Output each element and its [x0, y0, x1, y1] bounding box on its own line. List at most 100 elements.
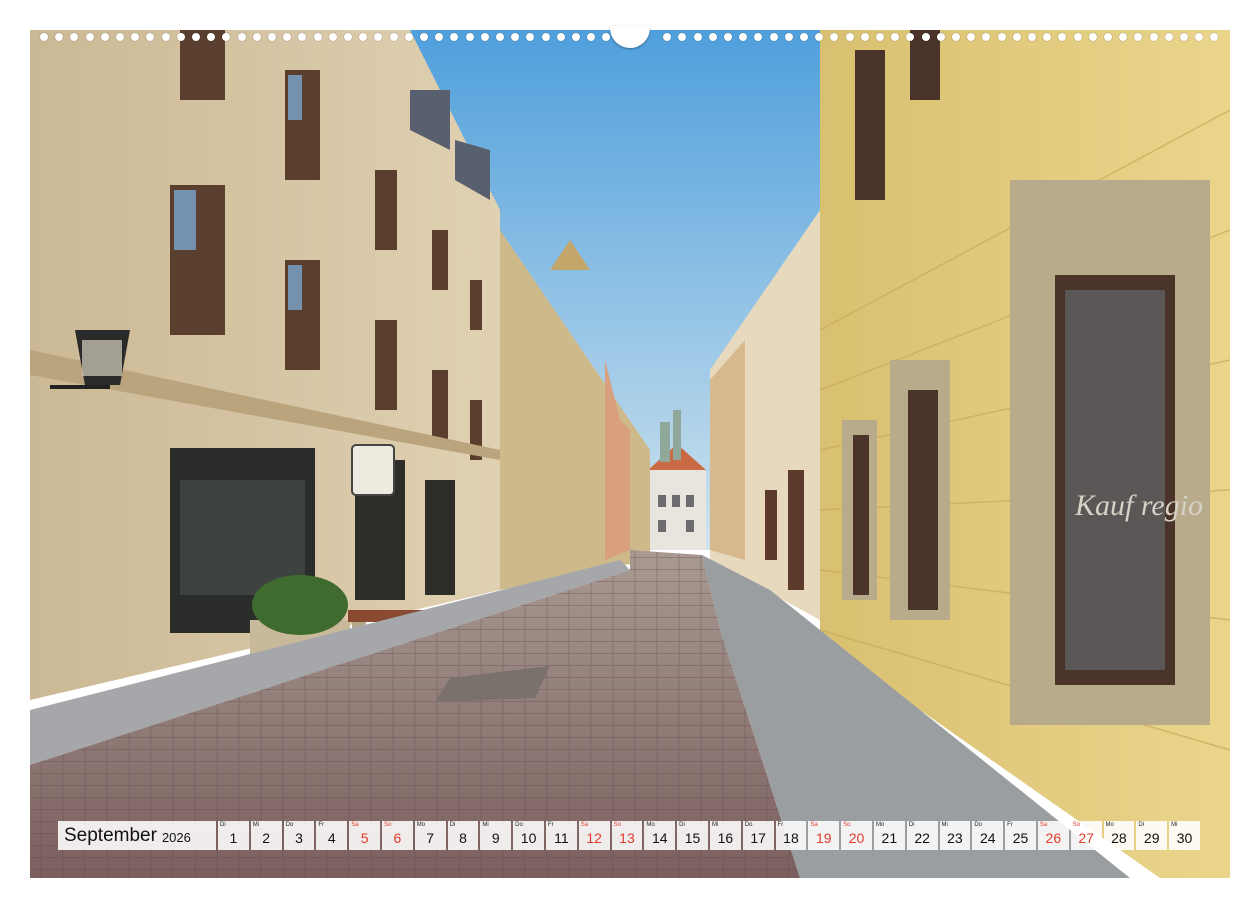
month-name: September [64, 824, 157, 846]
weekday-label: Do [515, 822, 523, 828]
weekday-label: So [383, 822, 392, 828]
day-number: 28 [1111, 830, 1127, 846]
binding-hole [891, 33, 900, 41]
binding-hole [1043, 33, 1052, 41]
binding-hole [1195, 33, 1204, 41]
binding-hole [283, 33, 292, 41]
day-cell: Mo 21 [873, 821, 905, 850]
binding-hole [1149, 33, 1158, 41]
street-photo: Kauf regio [30, 30, 1230, 878]
binding-hole [724, 33, 732, 41]
binding-hole [116, 33, 124, 41]
binding-hole [344, 33, 352, 41]
day-cell: Sa 26 [1037, 821, 1069, 850]
binding-hole [1210, 33, 1219, 41]
binding-hole [480, 33, 489, 41]
day-number: 6 [393, 830, 402, 846]
weekday-label: Mi [1171, 822, 1178, 828]
binding-hole [830, 33, 839, 41]
binding-hole [146, 33, 155, 41]
weekday-label: Di [1138, 822, 1144, 828]
day-number: 7 [426, 830, 435, 846]
binding-hole [693, 33, 702, 41]
binding-hole [815, 33, 824, 41]
day-number: 27 [1078, 830, 1094, 846]
binding-hole [1073, 33, 1082, 41]
weekday-label: Sa [810, 822, 818, 828]
day-number: 24 [979, 830, 996, 846]
day-cell: So 27 [1070, 821, 1102, 850]
weekday-label: Sa [580, 822, 589, 828]
binding-hole [860, 33, 869, 41]
weekday-label: Mo [1105, 822, 1114, 828]
weekday-label: Mi [482, 822, 489, 828]
day-cell: Di 22 [906, 821, 938, 850]
binding-hole [313, 33, 322, 41]
binding-hole [739, 33, 748, 41]
binding-hole [70, 33, 79, 41]
day-number: 1 [229, 830, 238, 846]
binding-hole [784, 33, 793, 41]
day-number: 18 [783, 830, 799, 846]
day-cell: Fr 11 [545, 821, 577, 850]
binding-hole [1119, 33, 1128, 41]
binding-hole [100, 33, 109, 41]
binding-hole [526, 33, 535, 41]
day-cell: Mi 16 [709, 821, 741, 850]
binding-hole [678, 33, 687, 41]
weekday-label: Mi [941, 822, 948, 828]
binding-hole [237, 33, 246, 41]
binding-hole [997, 33, 1006, 41]
binding-hole [1164, 33, 1173, 41]
binding-hole [465, 33, 474, 41]
binding-hole [952, 33, 960, 41]
binding-hole [176, 33, 185, 41]
binding-hole [1134, 33, 1143, 41]
weekday-label: Mi [252, 822, 260, 828]
day-number: 2 [262, 830, 271, 846]
day-number: 29 [1143, 830, 1160, 846]
day-cell: Fr 25 [1005, 821, 1036, 850]
binding-hole [222, 33, 231, 41]
day-number: 16 [717, 830, 734, 846]
day-number: 8 [459, 830, 467, 846]
day-number: 5 [360, 830, 369, 846]
weekday-label: Mo [875, 822, 885, 828]
day-number: 17 [750, 830, 766, 846]
binding-hole [1058, 33, 1067, 41]
weekday-label: Fr [777, 822, 784, 828]
weekday-label: So [843, 822, 851, 828]
binding-hole [1180, 33, 1188, 41]
day-cell: Mo 28 [1103, 821, 1135, 850]
weekday-label: Mi [711, 822, 719, 828]
binding-hole [906, 33, 915, 41]
binding-hole [298, 33, 307, 41]
binding-hole [1012, 33, 1021, 41]
day-number: 15 [684, 830, 701, 846]
day-cell: Mo 7 [414, 821, 446, 850]
binding-hole [921, 33, 930, 41]
day-cell: Fr 18 [775, 821, 807, 850]
binding-hole [328, 33, 337, 41]
day-number: 11 [554, 830, 569, 846]
shop-sign-text: Kauf regio [1074, 489, 1203, 522]
binding-hole [708, 33, 717, 41]
day-cell: Mi 9 [480, 821, 512, 850]
binding-hole [967, 33, 976, 41]
day-cell: Di 1 [218, 821, 249, 850]
weekday-label: Fr [1007, 822, 1013, 828]
day-cell: Sa 12 [578, 821, 610, 850]
binding-hole [85, 33, 94, 41]
day-cell: Sa 5 [349, 821, 380, 850]
day-number: 4 [327, 830, 336, 846]
day-cell: Mi 30 [1169, 821, 1200, 850]
day-cell: Do 17 [742, 821, 774, 850]
day-cell: Mo 14 [644, 821, 676, 850]
weekday-label: Do [744, 822, 753, 828]
binding-hole [268, 33, 276, 41]
day-cell: Di 29 [1136, 821, 1168, 850]
binding-hole [602, 33, 611, 41]
calendar-strip: September 2026 Di 1 Mi 2 Do 3 Fr 4 Sa 5 So 6 Mo 7 Di 8 M… [58, 821, 1200, 850]
weekday-label: Fr [547, 822, 554, 828]
day-number: 3 [295, 830, 303, 846]
